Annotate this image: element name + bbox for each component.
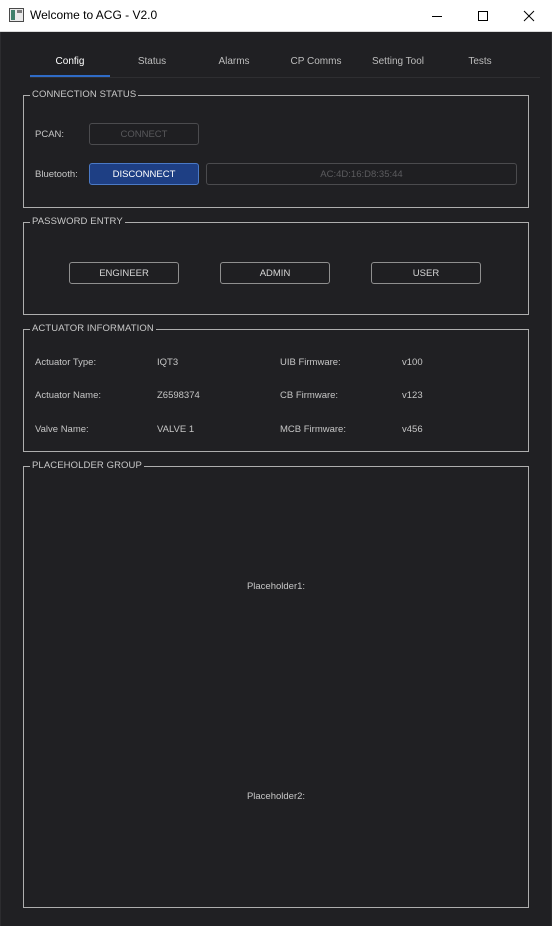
maximize-icon	[478, 10, 488, 21]
valve-name-label: Valve Name:	[35, 424, 89, 435]
admin-button[interactable]: ADMIN	[220, 262, 330, 284]
app-icon	[9, 8, 24, 22]
pcan-label: PCAN:	[35, 129, 65, 140]
tab-divider	[30, 77, 540, 78]
tab-setting-tool[interactable]: Setting Tool	[358, 44, 438, 78]
password-entry-title: PASSWORD ENTRY	[30, 216, 125, 227]
mcb-firmware-value: v456	[402, 424, 423, 435]
tab-alarms[interactable]: Alarms	[194, 44, 274, 78]
placeholder1-label: Placeholder1:	[246, 581, 306, 592]
tab-bar: Config Status Alarms CP Comms Setting To…	[30, 44, 522, 78]
engineer-button[interactable]: ENGINEER	[69, 262, 179, 284]
close-button[interactable]	[506, 0, 552, 31]
tab-cp-comms[interactable]: CP Comms	[276, 44, 356, 78]
pcan-connect-button[interactable]: CONNECT	[89, 123, 199, 145]
bluetooth-label: Bluetooth:	[35, 169, 78, 180]
close-icon	[523, 10, 535, 21]
user-button[interactable]: USER	[371, 262, 481, 284]
maximize-button[interactable]	[460, 0, 506, 31]
mcb-firmware-label: MCB Firmware:	[280, 424, 346, 435]
cb-firmware-label: CB Firmware:	[280, 390, 339, 401]
tab-config[interactable]: Config	[30, 44, 110, 78]
actuator-type-value: IQT3	[157, 357, 179, 368]
placeholder-group-title: PLACEHOLDER GROUP	[30, 460, 144, 471]
bluetooth-disconnect-button[interactable]: DISCONNECT	[89, 163, 199, 185]
actuator-type-label: Actuator Type:	[35, 357, 97, 368]
placeholder2-label: Placeholder2:	[246, 791, 306, 802]
bluetooth-address-field: AC:4D:16:D8:35:44	[206, 163, 517, 185]
tab-tests[interactable]: Tests	[440, 44, 520, 78]
cb-firmware-value: v123	[402, 390, 423, 401]
actuator-name-label: Actuator Name:	[35, 390, 101, 401]
window-title: Welcome to ACG - V2.0	[30, 8, 158, 22]
uib-firmware-value: v100	[402, 357, 423, 368]
actuator-information-group: ACTUATOR INFORMATION Actuator Type: IQT3…	[23, 323, 529, 452]
actuator-name-value: Z6598374	[157, 390, 200, 401]
valve-name-value: VALVE 1	[157, 424, 195, 435]
connection-status-group: CONNECTION STATUS PCAN: CONNECT Bluetoot…	[23, 89, 529, 208]
title-bar: Welcome to ACG - V2.0	[0, 0, 552, 32]
minimize-icon	[432, 15, 442, 17]
tab-status[interactable]: Status	[112, 44, 192, 78]
actuator-information-title: ACTUATOR INFORMATION	[30, 323, 156, 334]
connection-status-title: CONNECTION STATUS	[30, 89, 139, 100]
minimize-button[interactable]	[414, 0, 460, 31]
placeholder-group: PLACEHOLDER GROUP Placeholder1: Placehol…	[23, 460, 529, 908]
password-entry-group: PASSWORD ENTRY ENGINEER ADMIN USER	[23, 216, 529, 315]
window-bottom-edge	[0, 926, 552, 932]
uib-firmware-label: UIB Firmware:	[280, 357, 341, 368]
